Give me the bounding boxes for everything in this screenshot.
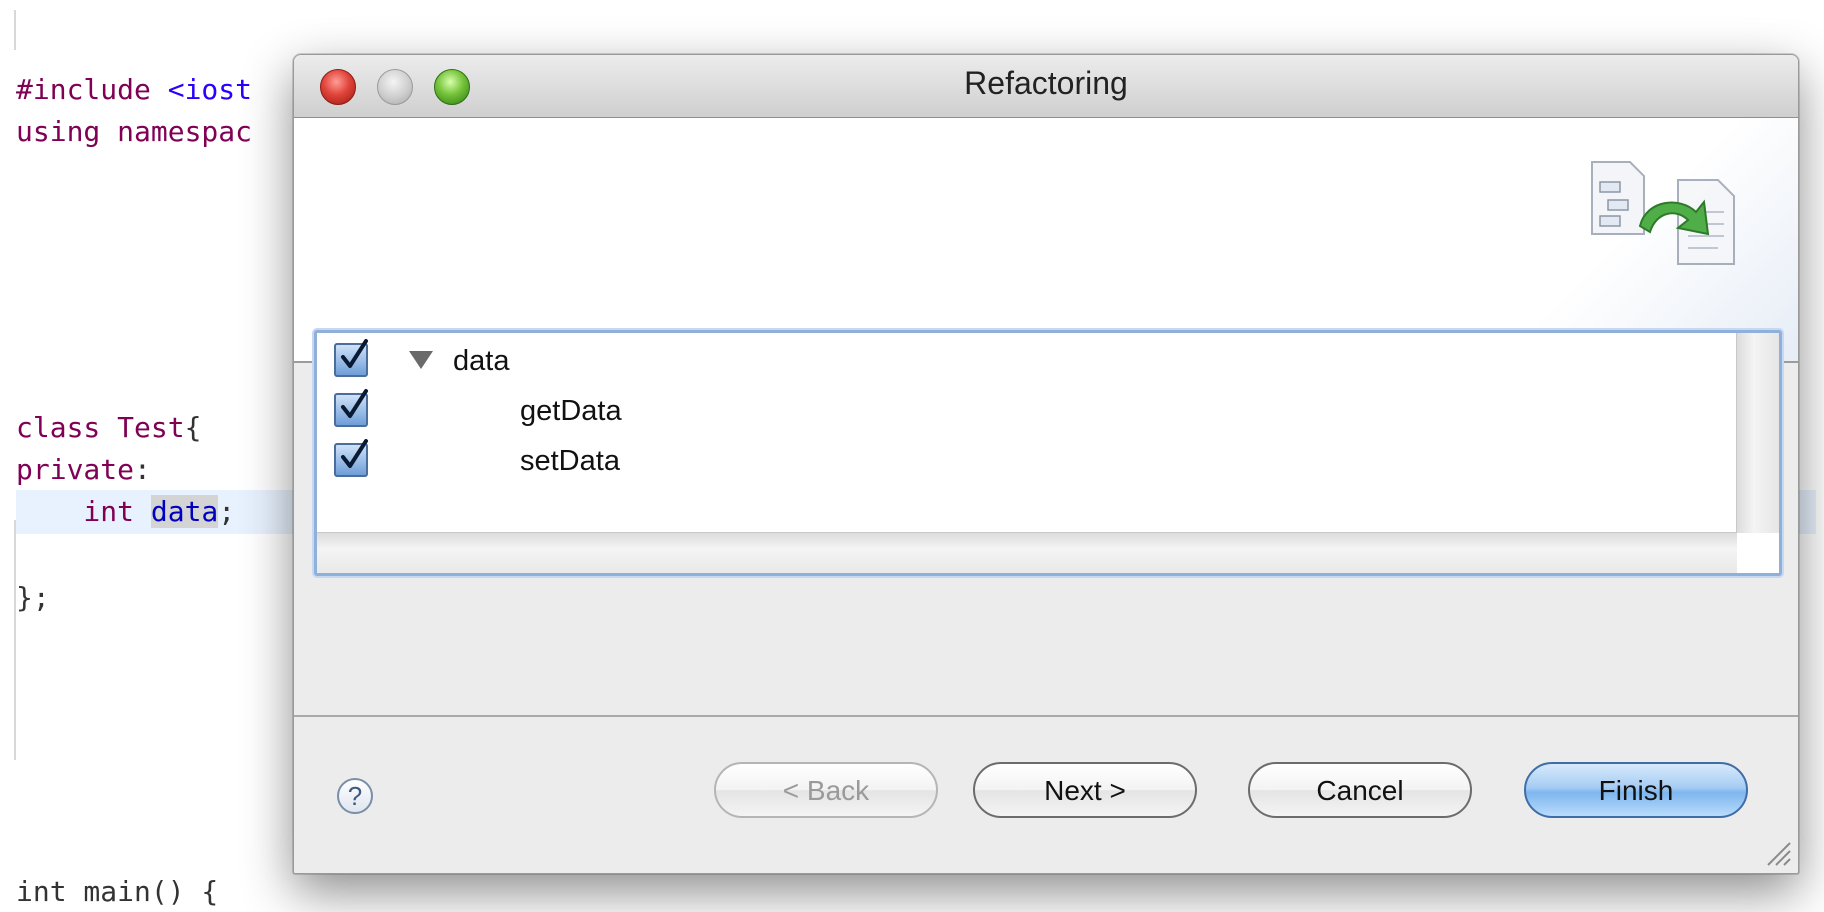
checkmark-icon (341, 439, 368, 468)
code-token: }; (16, 581, 50, 614)
help-icon[interactable]: ? (337, 778, 373, 814)
tree-content: data getData setData (317, 333, 1737, 533)
vertical-scrollbar[interactable] (1736, 333, 1779, 533)
gutter-mark (14, 520, 16, 760)
code-line: }; (16, 580, 50, 616)
row-checkbox[interactable] (334, 389, 368, 427)
code-token: int main() { (16, 875, 219, 908)
code-token: private (16, 453, 135, 486)
footer-separator (294, 715, 1798, 717)
code-line: int data; (16, 494, 235, 530)
code-line: using namespac (16, 114, 252, 150)
change-tree[interactable]: data getData setData (314, 330, 1782, 576)
code-token: data (150, 495, 219, 528)
refactoring-wizard-icon (1591, 161, 1735, 265)
code-token: int (16, 495, 151, 528)
next-button[interactable]: Next > (973, 762, 1197, 818)
tree-item-label: data (453, 345, 510, 377)
tree-item-label: setData (520, 445, 620, 477)
code-token: { (184, 411, 202, 444)
code-line: private: (16, 452, 151, 488)
tree-item-label: getData (520, 395, 622, 427)
finish-button[interactable]: Finish (1524, 762, 1748, 818)
code-token: ; (218, 495, 236, 528)
code-line: int main() { (16, 874, 218, 910)
code-token: : (134, 453, 151, 486)
code-token: Test (117, 411, 185, 444)
code-token: <iost (167, 73, 253, 106)
checkmark-icon (341, 389, 368, 418)
horizontal-scrollbar[interactable] (317, 532, 1737, 573)
resize-grip-icon[interactable] (1764, 839, 1792, 867)
tree-row-getdata[interactable]: getData (317, 389, 1717, 435)
dialog-title: Refactoring (964, 65, 1128, 101)
row-checkbox[interactable] (334, 339, 368, 377)
tree-row-setdata[interactable]: setData (317, 439, 1717, 485)
refactoring-dialog: Refactoring data getData setData ? < Bac… (293, 54, 1799, 874)
code-line: #include <iost (16, 72, 252, 108)
code-token: class (16, 411, 118, 444)
code-token: #include (16, 73, 168, 106)
cancel-button[interactable]: Cancel (1248, 762, 1472, 818)
code-token: using namespac (16, 115, 253, 148)
wizard-banner (294, 118, 1798, 363)
checkmark-icon (341, 339, 368, 368)
title-bar[interactable]: Refactoring (294, 55, 1798, 118)
code-line: class Test{ (16, 410, 201, 446)
expand-triangle-icon[interactable] (409, 351, 433, 369)
gutter-mark (14, 10, 16, 50)
tree-row-data[interactable]: data (317, 339, 1717, 385)
row-checkbox[interactable] (334, 439, 368, 477)
back-button[interactable]: < Back (714, 762, 938, 818)
